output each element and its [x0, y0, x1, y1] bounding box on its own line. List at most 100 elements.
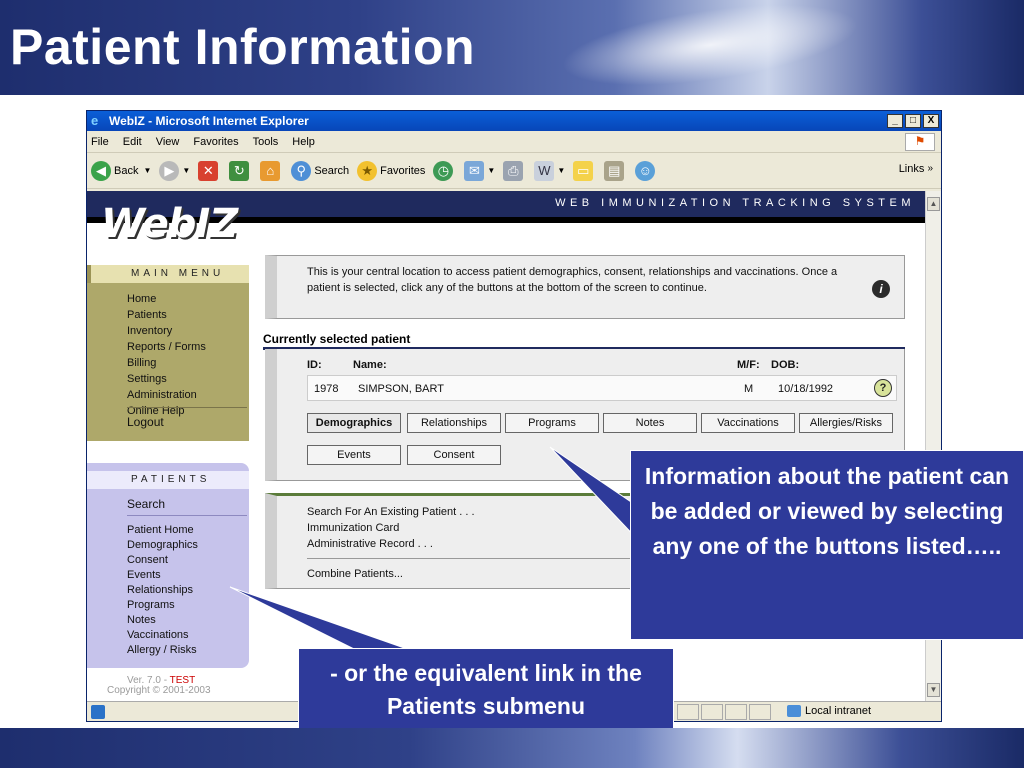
patient-dob: 10/18/1992 — [778, 383, 834, 395]
search-button[interactable]: ⚲ Search — [291, 160, 349, 181]
main-menu-patients[interactable]: Patients — [127, 307, 247, 323]
combine-patients-link[interactable]: Combine Patients... — [307, 568, 403, 580]
zone-label: Local intranet — [805, 705, 872, 717]
refresh-icon: ↻ — [229, 160, 250, 181]
forward-button[interactable]: ▶ ▼ — [159, 160, 191, 181]
minimize-button[interactable]: _ — [887, 114, 903, 128]
back-arrow-icon: ◀ — [91, 160, 111, 181]
dropdown-arrow-icon: ▼ — [182, 166, 191, 175]
main-menu-settings[interactable]: Settings — [127, 371, 247, 387]
slide-header: Patient Information — [0, 0, 1024, 101]
messenger-icon: ☺ — [635, 160, 656, 181]
patients-menu-patient-home[interactable]: Patient Home — [127, 523, 247, 538]
menu-tools[interactable]: Tools — [253, 136, 279, 148]
security-zone: Local intranet — [787, 705, 871, 717]
main-menu-administration[interactable]: Administration — [127, 387, 247, 403]
menu-view[interactable]: View — [156, 136, 180, 148]
patient-sex: M — [744, 383, 754, 395]
discuss-button[interactable]: ▭ — [573, 160, 596, 181]
copyright-label: Copyright © 2001-2003 — [107, 685, 211, 696]
buttons-callout: Information about the patient can be add… — [630, 450, 1024, 640]
research-button[interactable]: ▤ — [604, 160, 627, 181]
ie-icon: e — [91, 113, 99, 128]
webiz-logo[interactable]: WebIZ — [101, 201, 238, 247]
menu-file[interactable]: File — [91, 136, 109, 148]
print-button[interactable]: ⎙ — [503, 160, 526, 181]
search-icon: ⚲ — [291, 160, 312, 181]
immunization-card-link[interactable]: Immunization Card — [307, 520, 475, 536]
main-menu-inventory[interactable]: Inventory — [127, 323, 247, 339]
patients-menu-programs[interactable]: Programs — [127, 598, 247, 613]
forward-arrow-icon: ▶ — [159, 160, 180, 181]
star-icon: ★ — [357, 160, 378, 181]
info-box: This is your central location to access … — [265, 255, 905, 319]
col-id: ID: — [307, 359, 322, 371]
patients-menu-demographics[interactable]: Demographics — [127, 538, 247, 553]
page-status-icon — [91, 705, 105, 719]
home-button[interactable]: ⌂ — [260, 160, 283, 181]
patient-row[interactable]: 1978 SIMPSON, BART M 10/18/1992 ? — [307, 375, 897, 401]
patients-menu-allergy-risks[interactable]: Allergy / Risks — [127, 643, 247, 658]
menu-help[interactable]: Help — [292, 136, 315, 148]
allergies-risks-button[interactable]: Allergies/Risks — [799, 413, 893, 433]
windows-logo-icon: ⚑ — [905, 133, 935, 151]
header-light-streak — [556, 0, 864, 101]
main-menu-billing[interactable]: Billing — [127, 355, 247, 371]
menu-edit[interactable]: Edit — [123, 136, 142, 148]
patient-id: 1978 — [314, 383, 339, 395]
administrative-record-link[interactable]: Administrative Record . . . — [307, 536, 475, 552]
links-label: Links — [898, 163, 925, 175]
patients-menu-notes[interactable]: Notes — [127, 613, 247, 628]
submenu-callout: - or the equivalent link in the Patients… — [298, 648, 674, 734]
help-icon[interactable]: ? — [874, 379, 892, 397]
history-button[interactable]: ◷ — [433, 160, 456, 181]
messenger-button[interactable]: ☺ — [635, 160, 658, 181]
favorites-button[interactable]: ★ Favorites — [357, 160, 425, 181]
back-button[interactable]: ◀ Back ▼ — [91, 160, 152, 181]
programs-button[interactable]: Programs — [505, 413, 599, 433]
patient-name: SIMPSON, BART — [358, 383, 444, 395]
history-icon: ◷ — [433, 160, 454, 181]
maximize-button[interactable]: □ — [905, 114, 921, 128]
patients-menu-divider — [127, 515, 247, 516]
dropdown-arrow-icon: ▼ — [143, 166, 152, 175]
info-icon[interactable]: i — [872, 280, 890, 298]
main-menu: MAIN MENU Home Patients Inventory Report… — [87, 265, 249, 441]
relationships-button[interactable]: Relationships — [407, 413, 501, 433]
slide-title: Patient Information — [10, 19, 476, 75]
logout-link[interactable]: Logout — [127, 415, 164, 429]
dropdown-arrow-icon: ▼ — [557, 166, 566, 175]
stop-button[interactable]: ✕ — [198, 160, 221, 181]
dropdown-arrow-icon: ▼ — [487, 166, 496, 175]
consent-button[interactable]: Consent — [407, 445, 501, 465]
patients-menu-relationships[interactable]: Relationships — [127, 583, 247, 598]
patients-menu-vaccinations[interactable]: Vaccinations — [127, 628, 247, 643]
patients-menu-search[interactable]: Search — [127, 497, 165, 511]
edit-button[interactable]: W ▼ — [534, 160, 566, 181]
demographics-button[interactable]: Demographics — [307, 413, 401, 433]
word-doc-icon: W — [534, 160, 555, 181]
scroll-down-icon[interactable]: ▼ — [927, 683, 940, 697]
home-icon: ⌂ — [260, 160, 281, 181]
status-cell — [677, 704, 699, 720]
status-cell — [749, 704, 771, 720]
col-mf: M/F: — [737, 359, 760, 371]
notes-button[interactable]: Notes — [603, 413, 697, 433]
links-button[interactable]: Links » — [899, 163, 933, 175]
vaccinations-button[interactable]: Vaccinations — [701, 413, 795, 433]
scroll-up-icon[interactable]: ▲ — [927, 197, 940, 211]
menu-favorites[interactable]: Favorites — [193, 136, 238, 148]
search-existing-patient-link[interactable]: Search For An Existing Patient . . . — [307, 504, 475, 520]
main-menu-reports[interactable]: Reports / Forms — [127, 339, 247, 355]
events-button[interactable]: Events — [307, 445, 401, 465]
mail-icon: ✉ — [464, 160, 485, 181]
close-button[interactable]: X — [923, 114, 939, 128]
main-menu-divider — [127, 407, 247, 408]
main-menu-home[interactable]: Home — [127, 291, 247, 307]
patients-menu-title: PATIENTS — [131, 474, 211, 485]
patients-menu-consent[interactable]: Consent — [127, 553, 247, 568]
mail-button[interactable]: ✉ ▼ — [464, 160, 496, 181]
back-label: Back — [114, 164, 139, 177]
patients-menu-events[interactable]: Events — [127, 568, 247, 583]
refresh-button[interactable]: ↻ — [229, 160, 252, 181]
